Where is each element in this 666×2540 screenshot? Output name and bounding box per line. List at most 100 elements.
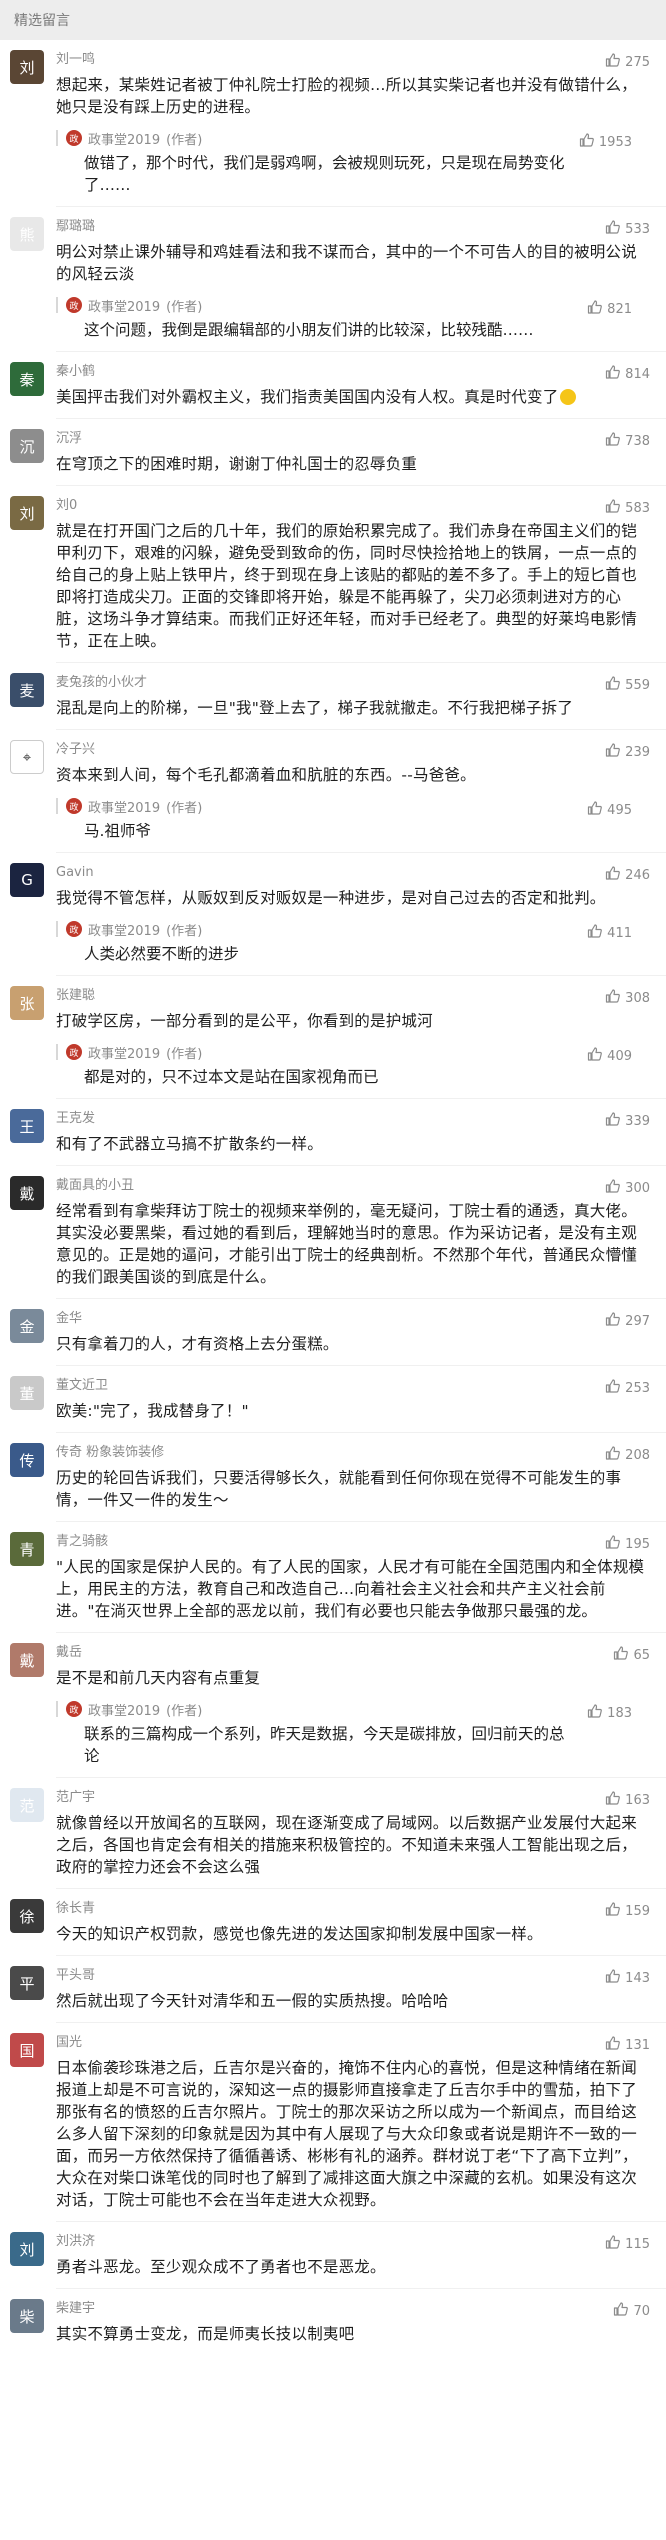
comment-username[interactable]: 国光 <box>56 2033 648 2053</box>
like-button[interactable]: 297 <box>605 1311 650 1331</box>
like-button[interactable]: 208 <box>605 1445 650 1465</box>
comment-username[interactable]: 秦小鹤 <box>56 362 648 382</box>
avatar[interactable]: 麦 <box>10 673 44 707</box>
avatar[interactable]: ⌖ <box>10 740 44 774</box>
like-button[interactable]: 300 <box>605 1178 650 1198</box>
like-button[interactable]: 339 <box>605 1111 650 1131</box>
comment-item: 刘刘一鸣 275 想起来，某柴姓记者被丁仲礼院士打脸的视频…所以其实柴记者也并没有做… <box>0 40 666 206</box>
like-count: 253 <box>625 1380 650 1396</box>
like-button[interactable]: 159 <box>605 1901 650 1921</box>
reply-like-count: 411 <box>607 925 632 941</box>
avatar[interactable]: 柴 <box>10 2299 44 2333</box>
like-button[interactable]: 163 <box>605 1790 650 1810</box>
reply-like-button[interactable]: 411 <box>587 923 632 943</box>
thumb-up-icon <box>587 1046 603 1066</box>
reply-text: 联系的三篇构成一个系列，昨天是数据，今天是碳排放，回归前天的总论 <box>84 1725 565 1765</box>
avatar[interactable]: 熊 <box>10 217 44 251</box>
like-button[interactable]: 195 <box>605 1534 650 1554</box>
avatar[interactable]: 传 <box>10 1443 44 1477</box>
like-count: 70 <box>633 2303 650 2319</box>
thumb-up-icon <box>579 132 595 152</box>
avatar[interactable]: 刘 <box>10 496 44 530</box>
comment-username[interactable]: 鄢璐璐 <box>56 217 648 237</box>
avatar[interactable]: 青 <box>10 1532 44 1566</box>
avatar[interactable]: G <box>10 863 44 897</box>
comment-text: 打破学区房，一部分看到的是公平，你看到的是护城河 <box>56 1012 433 1030</box>
comment-username[interactable]: 沉浮 <box>56 429 648 449</box>
comment-username[interactable]: 青之骑骸 <box>56 1532 648 1552</box>
like-button[interactable]: 275 <box>605 52 650 72</box>
comment-username[interactable]: 范广宇 <box>56 1788 648 1808</box>
like-button[interactable]: 246 <box>605 865 650 885</box>
comment-username[interactable]: 王克发 <box>56 1109 648 1129</box>
comment-username[interactable]: 平头哥 <box>56 1966 648 1986</box>
like-button[interactable]: 533 <box>605 219 650 239</box>
avatar[interactable]: 王 <box>10 1109 44 1143</box>
avatar[interactable]: 金 <box>10 1309 44 1343</box>
avatar[interactable]: 张 <box>10 986 44 1020</box>
thumb-up-icon <box>605 2035 621 2055</box>
like-button[interactable]: 559 <box>605 675 650 695</box>
reply-like-button[interactable]: 495 <box>587 800 632 820</box>
avatar[interactable]: 戴 <box>10 1643 44 1677</box>
comment-username[interactable]: 柴建宇 <box>56 2299 648 2319</box>
comment-username[interactable]: 董文近卫 <box>56 1376 648 1396</box>
avatar[interactable]: 刘 <box>10 50 44 84</box>
reply-author[interactable]: 政事堂2019 <box>88 920 160 939</box>
avatar[interactable]: 董 <box>10 1376 44 1410</box>
avatar[interactable]: 范 <box>10 1788 44 1822</box>
avatar[interactable]: 徐 <box>10 1899 44 1933</box>
like-button[interactable]: 131 <box>605 2035 650 2055</box>
reply-like-button[interactable]: 409 <box>587 1046 632 1066</box>
reply-author[interactable]: 政事堂2019 <box>88 129 160 148</box>
author-tag: (作者) <box>166 1703 203 1719</box>
comment-username[interactable]: 戴岳 <box>56 1643 648 1663</box>
comment-username[interactable]: 徐长青 <box>56 1899 648 1919</box>
like-button[interactable]: 253 <box>605 1378 650 1398</box>
reply-text: 这个问题，我倒是跟编辑部的小朋友们讲的比较深，比较残酷…… <box>84 321 534 339</box>
thumb-up-icon <box>587 923 603 943</box>
comment-text: 只有拿着刀的人，才有资格上去分蛋糕。 <box>56 1335 339 1353</box>
reply-author[interactable]: 政事堂2019 <box>88 1043 160 1062</box>
like-button[interactable]: 70 <box>613 2301 650 2321</box>
like-button[interactable]: 65 <box>613 1645 650 1665</box>
comment-username[interactable]: 冷子兴 <box>56 740 648 760</box>
like-button[interactable]: 239 <box>605 742 650 762</box>
comments-panel: 刘刘一鸣 275 想起来，某柴姓记者被丁仲礼院士打脸的视频…所以其实柴记者也并没有做… <box>0 40 666 2540</box>
reply-author[interactable]: 政事堂2019 <box>88 296 160 315</box>
like-button[interactable]: 583 <box>605 498 650 518</box>
thumb-up-icon <box>613 2301 629 2321</box>
thumb-up-icon <box>605 219 621 239</box>
avatar[interactable]: 秦 <box>10 362 44 396</box>
comment-item: G Gavin 246 我觉得不管怎样，从贩奴到反对贩奴是一种进步，是对自己过去的否定… <box>0 853 666 975</box>
like-button[interactable]: 738 <box>605 431 650 451</box>
reply-like-count: 183 <box>607 1705 632 1721</box>
like-button[interactable]: 308 <box>605 988 650 1008</box>
comment-username[interactable]: 麦兔孩的小伙才 <box>56 673 648 693</box>
comment-username[interactable]: 刘洪济 <box>56 2232 648 2252</box>
comment-username[interactable]: 戴面具的小丑 <box>56 1176 648 1196</box>
comment-username[interactable]: 张建聪 <box>56 986 648 1006</box>
reply-author[interactable]: 政事堂2019 <box>88 1700 160 1719</box>
thumb-up-icon <box>605 865 621 885</box>
reply-like-button[interactable]: 183 <box>587 1703 632 1723</box>
like-button[interactable]: 115 <box>605 2234 650 2254</box>
avatar[interactable]: 平 <box>10 1966 44 2000</box>
comment-username[interactable]: 金华 <box>56 1309 648 1329</box>
avatar[interactable]: 戴 <box>10 1176 44 1210</box>
comment-username[interactable]: 刘一鸣 <box>56 50 648 70</box>
comment-item: 麦麦兔孩的小伙才 559 混乱是向上的阶梯，一旦"我"登上去了，梯子我就撤走。不行我… <box>0 663 666 729</box>
comment-username[interactable]: 传奇 粉象装饰装修 <box>56 1443 648 1463</box>
like-count: 239 <box>625 744 650 760</box>
avatar[interactable]: 沉 <box>10 429 44 463</box>
comment-username[interactable]: Gavin <box>56 863 648 883</box>
reply-author[interactable]: 政事堂2019 <box>88 797 160 816</box>
reply-like-button[interactable]: 821 <box>587 299 632 319</box>
reply-like-count: 821 <box>607 301 632 317</box>
like-button[interactable]: 814 <box>605 364 650 384</box>
avatar[interactable]: 刘 <box>10 2232 44 2266</box>
comment-username[interactable]: 刘0 <box>56 496 648 516</box>
reply-like-button[interactable]: 1953 <box>579 132 632 152</box>
like-button[interactable]: 143 <box>605 1968 650 1988</box>
avatar[interactable]: 国 <box>10 2033 44 2067</box>
